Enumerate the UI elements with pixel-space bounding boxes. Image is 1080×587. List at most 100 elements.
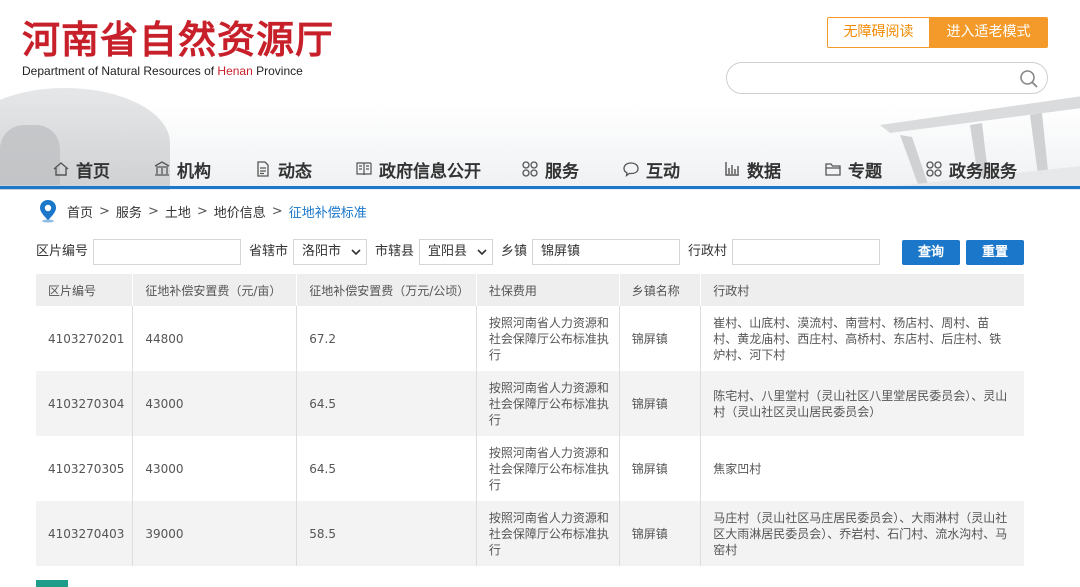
- bar-chart-icon: [725, 162, 739, 176]
- pagination-tab[interactable]: [36, 580, 68, 587]
- nav-label-interaction: 互动: [646, 161, 680, 182]
- province-city-label: 省辖市: [249, 244, 289, 259]
- county-label: 市辖县: [375, 244, 415, 259]
- logo-en-prefix: Department of Natural Resources of: [22, 64, 218, 78]
- cell-block-no: 4103270403: [36, 501, 134, 566]
- nav-item-gov-service[interactable]: 政务服务: [925, 152, 1017, 186]
- column-header-yuan-mu: 征地补偿安置费（元/亩）: [132, 274, 298, 306]
- cell-social: 按照河南省人力资源和社会保障厅公布标准执行: [476, 501, 620, 566]
- chevron-down-icon: [477, 249, 487, 256]
- elder-mode-button[interactable]: 进入适老模式: [929, 17, 1048, 48]
- chevron-down-icon: [351, 249, 361, 256]
- table-row: 4103270403 39000 58.5 按照河南省人力资源和社会保障厅公布标…: [36, 501, 1024, 566]
- cell-town: 锦屏镇: [619, 501, 702, 566]
- logo-en-henan: Henan: [217, 64, 253, 78]
- nav-item-interaction[interactable]: 互动: [622, 152, 680, 186]
- accessibility-button[interactable]: 无障碍阅读: [827, 17, 930, 48]
- nav-item-home[interactable]: 首页: [52, 152, 110, 186]
- cell-villages: 焦家凹村: [700, 436, 1024, 501]
- column-header-wan-ha: 征地补偿安置费（万元/公顷）: [296, 274, 477, 306]
- logo-en-suffix: Province: [252, 64, 303, 78]
- chat-icon: [623, 162, 639, 177]
- breadcrumb-current: 征地补偿标准: [288, 205, 367, 221]
- cell-yuan-mu: 44800: [132, 306, 298, 371]
- search-filter-bar: 区片编号 省辖市 洛阳市 市辖县 宜阳县 乡镇 锦屏镇 行政村 查询 重置: [36, 238, 1026, 266]
- cell-yuan-mu: 39000: [132, 501, 298, 566]
- nav-label-news: 动态: [278, 161, 312, 182]
- breadcrumb-home[interactable]: 首页: [67, 202, 93, 221]
- breadcrumb-separator: >: [271, 203, 283, 219]
- main-nav: 首页 机构 动态 政府信息公开 服务 互动 数据 专题 政务服务: [0, 152, 1080, 188]
- block-no-label: 区片编号: [36, 244, 89, 259]
- table-row: 4103270305 43000 64.5 按照河南省人力资源和社会保障厅公布标…: [36, 436, 1024, 501]
- compensation-table: 区片编号 征地补偿安置费（元/亩） 征地补偿安置费（万元/公顷） 社保费用 乡镇…: [36, 274, 1024, 566]
- cell-yuan-mu: 43000: [132, 371, 298, 436]
- nav-label-service: 服务: [545, 161, 579, 182]
- nav-label-home: 首页: [76, 161, 110, 182]
- block-no-input[interactable]: [93, 239, 241, 265]
- document-icon: [257, 161, 269, 177]
- nav-item-topic[interactable]: 专题: [824, 152, 882, 186]
- village-label: 行政村: [688, 244, 728, 259]
- grid-icon: [522, 161, 538, 177]
- village-input[interactable]: [732, 239, 880, 265]
- column-header-block-no: 区片编号: [36, 274, 134, 306]
- table-header-row: 区片编号 征地补偿安置费（元/亩） 征地补偿安置费（万元/公顷） 社保费用 乡镇…: [36, 274, 1024, 306]
- nav-item-news[interactable]: 动态: [254, 152, 312, 186]
- column-header-social: 社保费用: [476, 274, 620, 306]
- breadcrumb-separator: >: [196, 203, 208, 219]
- province-city-value: 洛阳市: [302, 244, 342, 259]
- cell-block-no: 4103270201: [36, 306, 134, 371]
- site-logo-subtitle: Department of Natural Resources of Henan…: [22, 64, 303, 78]
- cell-social: 按照河南省人力资源和社会保障厅公布标准执行: [476, 306, 620, 371]
- breadcrumb-separator: >: [147, 203, 159, 219]
- nav-label-topic: 专题: [848, 161, 882, 182]
- breadcrumb: 首页 > 服务 > 土地 > 地价信息 > 征地补偿标准: [38, 199, 367, 223]
- table-row: 4103270201 44800 67.2 按照河南省人力资源和社会保障厅公布标…: [36, 306, 1024, 371]
- cell-social: 按照河南省人力资源和社会保障厅公布标准执行: [476, 371, 620, 436]
- home-icon: [53, 162, 69, 176]
- site-search-input[interactable]: [726, 62, 1048, 94]
- search-icon[interactable]: [1019, 69, 1039, 89]
- cell-town: 锦屏镇: [619, 306, 702, 371]
- folder-icon: [825, 163, 841, 176]
- book-icon: [356, 162, 372, 176]
- cell-villages: 陈宅村、八里堂村（灵山社区八里堂居民委员会）、灵山村（灵山社区灵山居民委员会）: [700, 371, 1024, 436]
- column-header-town: 乡镇名称: [619, 274, 702, 306]
- nav-label-gov-service: 政务服务: [949, 161, 1017, 182]
- query-button[interactable]: 查询: [902, 240, 960, 265]
- breadcrumb-land-price[interactable]: 地价信息: [214, 202, 266, 221]
- province-city-select[interactable]: 洛阳市: [293, 239, 367, 265]
- nav-label-data: 数据: [747, 161, 781, 182]
- location-pin-icon: [40, 200, 56, 223]
- nav-underline-bar: [0, 186, 1080, 189]
- cell-town: 锦屏镇: [619, 371, 702, 436]
- breadcrumb-separator: >: [99, 203, 110, 219]
- nav-label-gov-info: 政府信息公开: [379, 161, 481, 182]
- nav-item-gov-info[interactable]: 政府信息公开: [355, 152, 481, 186]
- cell-wan-ha: 58.5: [296, 501, 477, 566]
- breadcrumb-service[interactable]: 服务: [116, 202, 142, 221]
- cell-town: 锦屏镇: [619, 436, 702, 501]
- nav-item-institution[interactable]: 机构: [153, 152, 211, 186]
- nav-label-institution: 机构: [177, 161, 211, 182]
- nav-item-data[interactable]: 数据: [723, 152, 781, 186]
- county-select[interactable]: 宜阳县: [419, 239, 493, 265]
- breadcrumb-land[interactable]: 土地: [165, 202, 191, 221]
- reset-button[interactable]: 重置: [966, 240, 1024, 265]
- site-logo-title[interactable]: 河南省自然资源厅: [22, 18, 334, 62]
- cell-yuan-mu: 43000: [132, 436, 298, 501]
- cell-block-no: 4103270305: [36, 436, 134, 501]
- grid-icon: [926, 161, 942, 177]
- county-value: 宜阳县: [428, 244, 468, 259]
- township-label: 乡镇: [501, 244, 528, 259]
- cell-block-no: 4103270304: [36, 371, 134, 436]
- township-input[interactable]: 锦屏镇: [532, 239, 680, 265]
- cell-villages: 马庄村（灵山社区马庄居民委员会）、大雨淋村（灵山社区大雨淋居民委员会）、乔岩村、…: [700, 501, 1024, 566]
- cell-wan-ha: 67.2: [296, 306, 477, 371]
- cell-wan-ha: 64.5: [296, 371, 477, 436]
- nav-item-service[interactable]: 服务: [521, 152, 579, 186]
- cell-wan-ha: 64.5: [296, 436, 477, 501]
- building-icon: [154, 161, 170, 176]
- site-header: 河南省自然资源厅 Department of Natural Resources…: [0, 0, 1080, 190]
